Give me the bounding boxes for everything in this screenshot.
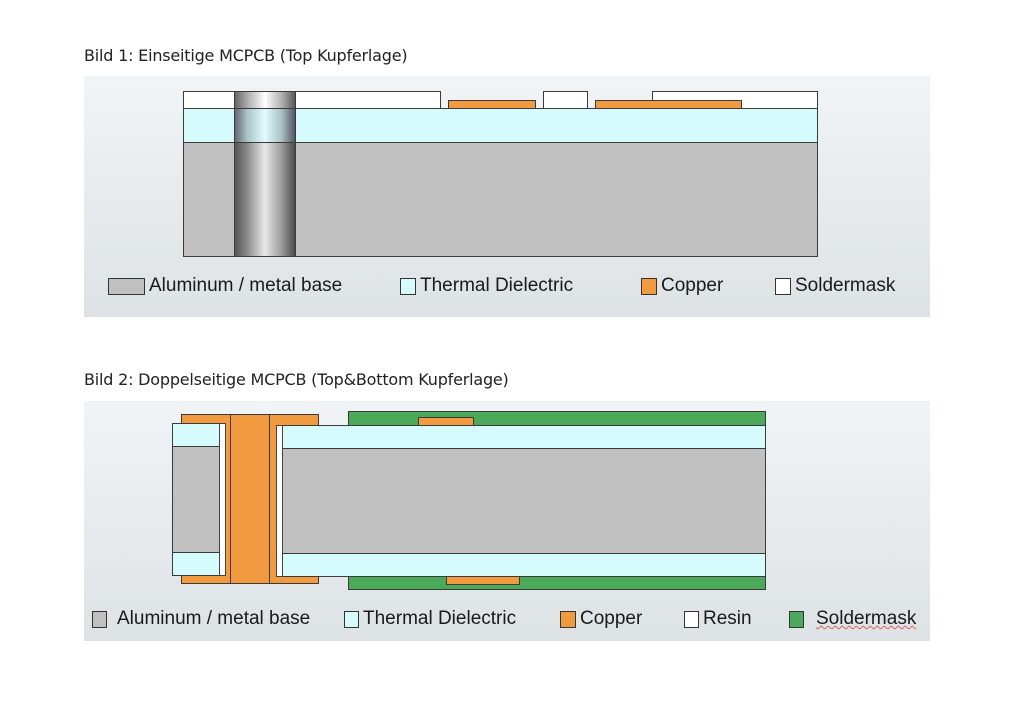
- legend-label: Copper: [580, 608, 643, 629]
- legend-item-dielectric: Thermal Dielectric: [400, 275, 573, 297]
- top-soldermask-layer: [348, 411, 766, 426]
- aluminum-swatch: [108, 277, 145, 295]
- legend-label: Resin: [703, 608, 752, 629]
- left-top-dielectric: [172, 423, 220, 447]
- soldermask-swatch: [775, 277, 791, 295]
- figure-1-legend: Aluminum / metal base Thermal Dielectric…: [84, 272, 930, 300]
- copper-pad: [448, 100, 536, 109]
- legend-label: Aluminum / metal base: [117, 608, 311, 629]
- figure-1-panel: Aluminum / metal base Thermal Dielectric…: [84, 76, 930, 317]
- metal-post-top: [234, 91, 296, 109]
- legend-item-aluminum: Aluminum / metal base: [92, 608, 310, 630]
- figure-2-caption: Bild 2: Doppelseitige MCPCB (Top&Bottom …: [84, 370, 509, 389]
- aluminum-swatch: [92, 610, 107, 628]
- legend-item-aluminum: Aluminum / metal base: [108, 275, 342, 297]
- legend-label: Thermal Dielectric: [363, 608, 517, 629]
- aluminum-core: [282, 448, 766, 554]
- bottom-soldermask-layer: [348, 576, 766, 590]
- resin-fill-left: [219, 423, 226, 576]
- legend-item-soldermask: Soldermask: [789, 608, 916, 630]
- legend-label: Soldermask: [816, 608, 917, 629]
- legend-label: Soldermask: [795, 275, 896, 296]
- soldermask-segment: [183, 91, 441, 109]
- legend-label: Copper: [661, 275, 724, 296]
- legend-item-copper: Copper: [641, 275, 723, 297]
- figure-2-legend: Aluminum / metal base Thermal Dielectric…: [84, 605, 930, 633]
- legend-item-copper: Copper: [560, 608, 642, 630]
- metal-post-dielectric-section: [234, 108, 296, 143]
- bottom-copper-pad: [446, 576, 520, 585]
- copper-pad: [595, 100, 742, 109]
- top-dielectric-layer: [282, 425, 766, 449]
- figure-1-caption: Bild 1: Einseitige MCPCB (Top Kupferlage…: [84, 46, 408, 65]
- legend-item-soldermask: Soldermask: [775, 275, 895, 297]
- left-aluminum-core: [172, 446, 220, 553]
- legend-item-resin: Resin: [684, 608, 752, 630]
- copper-swatch: [560, 610, 576, 628]
- resin-fill-right: [276, 425, 283, 577]
- copper-swatch: [641, 277, 657, 295]
- soldermask-segment: [543, 91, 588, 109]
- resin-swatch: [684, 610, 699, 628]
- legend-label: Thermal Dielectric: [420, 275, 574, 296]
- left-bottom-dielectric: [172, 552, 220, 576]
- bottom-dielectric-layer: [282, 553, 766, 577]
- figure-2-panel: Aluminum / metal base Thermal Dielectric…: [84, 401, 930, 641]
- dielectric-swatch: [344, 610, 359, 628]
- legend-label: Aluminum / metal base: [149, 275, 343, 296]
- dielectric-swatch: [400, 277, 416, 295]
- soldermask-swatch: [789, 610, 804, 628]
- legend-item-dielectric: Thermal Dielectric: [344, 608, 516, 630]
- copper-via-barrel: [230, 414, 270, 584]
